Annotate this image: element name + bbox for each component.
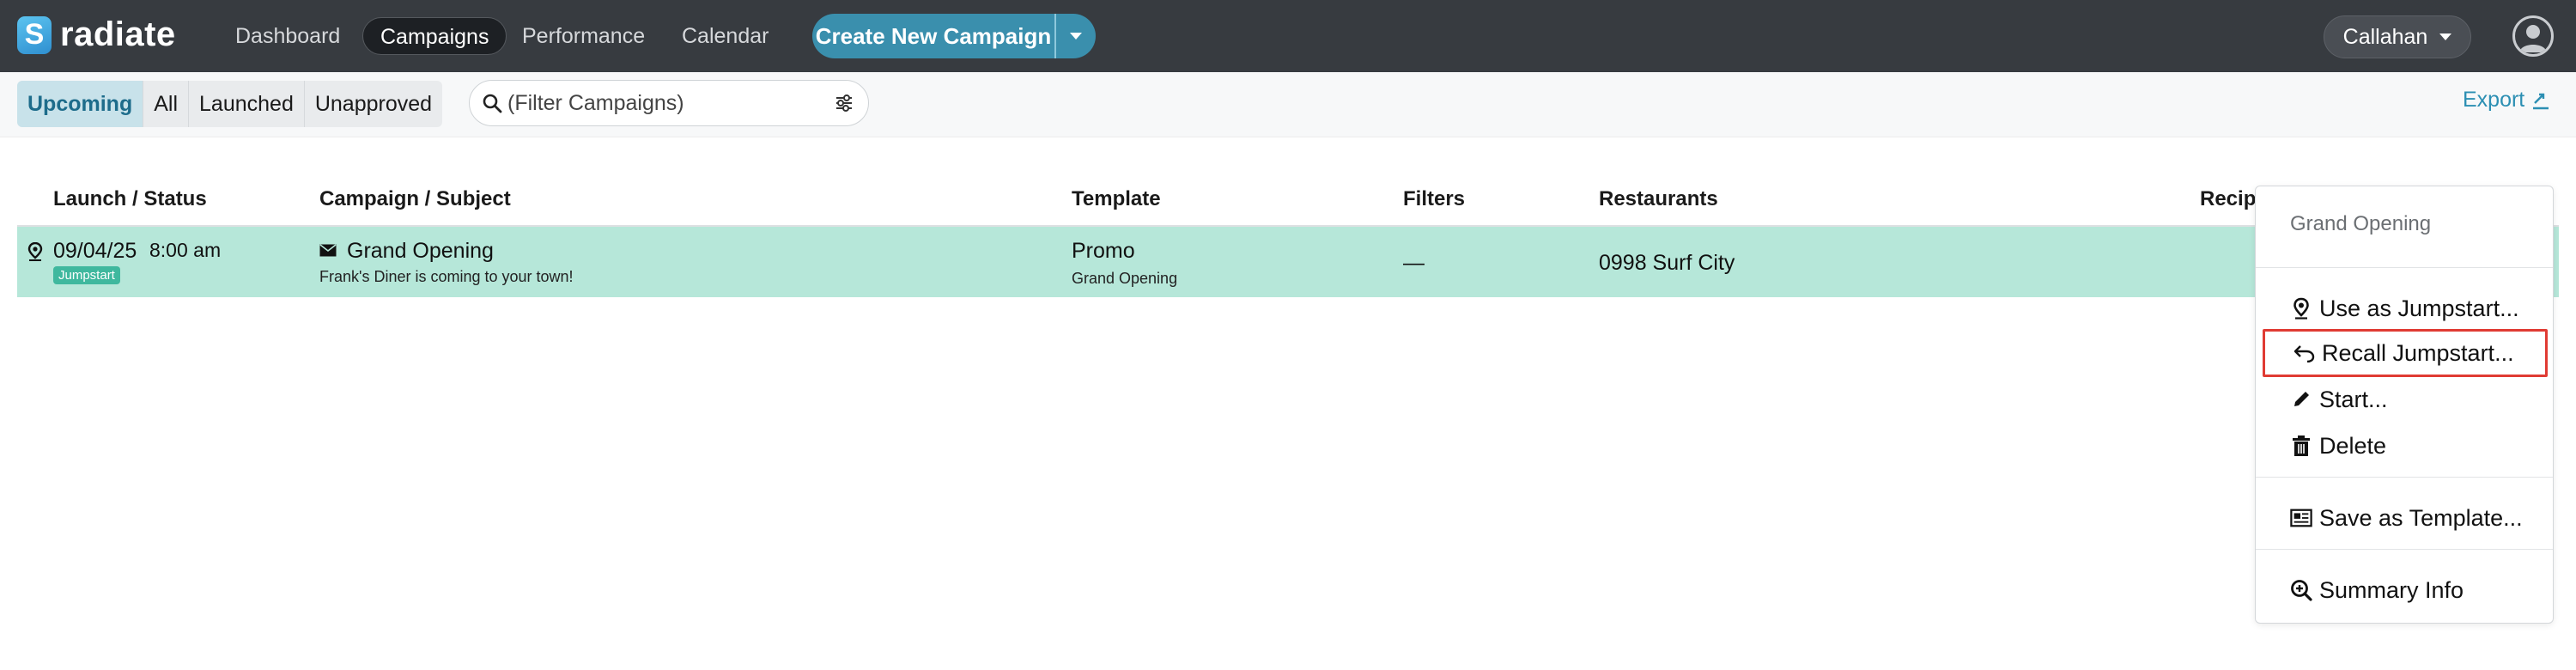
undo-arrow-icon: [2293, 341, 2315, 365]
newspaper-icon: [2290, 506, 2312, 530]
chevron-down-icon: [1070, 33, 1082, 40]
menu-item-label: Delete: [2319, 432, 2387, 459]
menu-use-as-jumpstart[interactable]: Use as Jumpstart...: [2263, 284, 2548, 332]
status-badge: Jumpstart: [53, 266, 120, 284]
table-row[interactable]: 09/04/25 8:00 am Jumpstart Grand Opening…: [17, 227, 2559, 297]
filter-placeholder: (Filter Campaigns): [507, 91, 684, 115]
pencil-icon: [2290, 387, 2312, 411]
map-pin-icon: [27, 242, 43, 261]
app-logo[interactable]: S radiate: [17, 15, 176, 54]
user-name: Callahan: [2342, 24, 2428, 49]
campaign-context-menu: Grand Opening Use as Jumpstart... Recall…: [2255, 186, 2554, 624]
logo-icon: S: [17, 15, 52, 54]
column-header-template[interactable]: Template: [1072, 187, 1161, 211]
menu-item-label: Save as Template...: [2319, 504, 2523, 531]
menu-item-label: Summary Info: [2319, 576, 2464, 603]
template-name: Promo: [1072, 239, 1135, 263]
menu-save-as-template[interactable]: Save as Template...: [2263, 494, 2548, 542]
launch-date: 09/04/25: [53, 239, 137, 263]
campaign-toolbar: Upcoming All Launched Unapproved (Filter…: [0, 72, 2576, 137]
template-subname: Grand Opening: [1072, 270, 1178, 287]
search-icon: [483, 94, 502, 113]
export-label: Export: [2463, 88, 2525, 112]
context-menu-title: Grand Opening: [2290, 212, 2432, 235]
tab-upcoming[interactable]: Upcoming: [17, 81, 144, 127]
menu-delete[interactable]: Delete: [2263, 422, 2548, 470]
top-navbar: S radiate Dashboard Campaigns Performanc…: [0, 0, 2576, 72]
menu-item-label: Start...: [2319, 386, 2388, 412]
menu-item-label: Recall Jumpstart...: [2322, 339, 2514, 366]
nav-performance[interactable]: Performance: [505, 17, 662, 55]
nav-calendar[interactable]: Calendar: [665, 17, 786, 55]
column-header-filters[interactable]: Filters: [1403, 187, 1465, 211]
menu-start[interactable]: Start...: [2263, 375, 2548, 423]
menu-divider: [2256, 267, 2553, 268]
nav-campaigns[interactable]: Campaigns: [362, 17, 507, 55]
menu-recall-jumpstart[interactable]: Recall Jumpstart...: [2263, 329, 2548, 377]
export-icon: [2533, 93, 2549, 109]
create-campaign-button[interactable]: Create New Campaign: [812, 14, 1096, 58]
map-pin-icon: [2290, 296, 2312, 320]
envelope-icon: [319, 244, 337, 257]
column-header-launch-status[interactable]: Launch / Status: [53, 187, 207, 211]
trash-icon: [2290, 434, 2312, 458]
tab-all[interactable]: All: [143, 81, 190, 127]
campaign-name[interactable]: Grand Opening: [347, 239, 494, 264]
create-campaign-label[interactable]: Create New Campaign: [812, 14, 1056, 58]
avatar[interactable]: [2512, 15, 2554, 57]
filter-campaigns-input[interactable]: (Filter Campaigns): [469, 80, 869, 126]
campaign-status-tabs: Upcoming All Launched Unapproved: [17, 81, 443, 127]
create-campaign-dropdown-toggle[interactable]: [1056, 14, 1096, 58]
tab-launched[interactable]: Launched: [189, 81, 305, 127]
tab-unapproved[interactable]: Unapproved: [305, 81, 442, 127]
restaurants-value: 0998 Surf City: [1599, 251, 1735, 275]
campaign-subject: Frank's Diner is coming to your town!: [319, 268, 574, 285]
app-name: radiate: [60, 15, 176, 53]
column-header-campaign-subject[interactable]: Campaign / Subject: [319, 187, 511, 211]
menu-item-label: Use as Jumpstart...: [2319, 295, 2519, 321]
filter-sliders-icon[interactable]: [834, 93, 854, 113]
menu-summary-info[interactable]: Summary Info: [2263, 566, 2548, 614]
menu-divider: [2256, 477, 2553, 478]
column-header-recipients[interactable]: Recipi: [2200, 187, 2262, 211]
launch-time: 8:00 am: [149, 239, 222, 261]
user-avatar-icon: [2519, 25, 2547, 52]
column-header-restaurants[interactable]: Restaurants: [1599, 187, 1718, 211]
menu-divider: [2256, 549, 2553, 550]
filters-value: —: [1403, 251, 1425, 275]
export-button[interactable]: Export: [2463, 88, 2550, 113]
chevron-down-icon: [2439, 34, 2452, 40]
zoom-in-icon: [2290, 578, 2312, 602]
user-menu-button[interactable]: Callahan: [2324, 15, 2471, 58]
nav-dashboard[interactable]: Dashboard: [218, 17, 357, 55]
